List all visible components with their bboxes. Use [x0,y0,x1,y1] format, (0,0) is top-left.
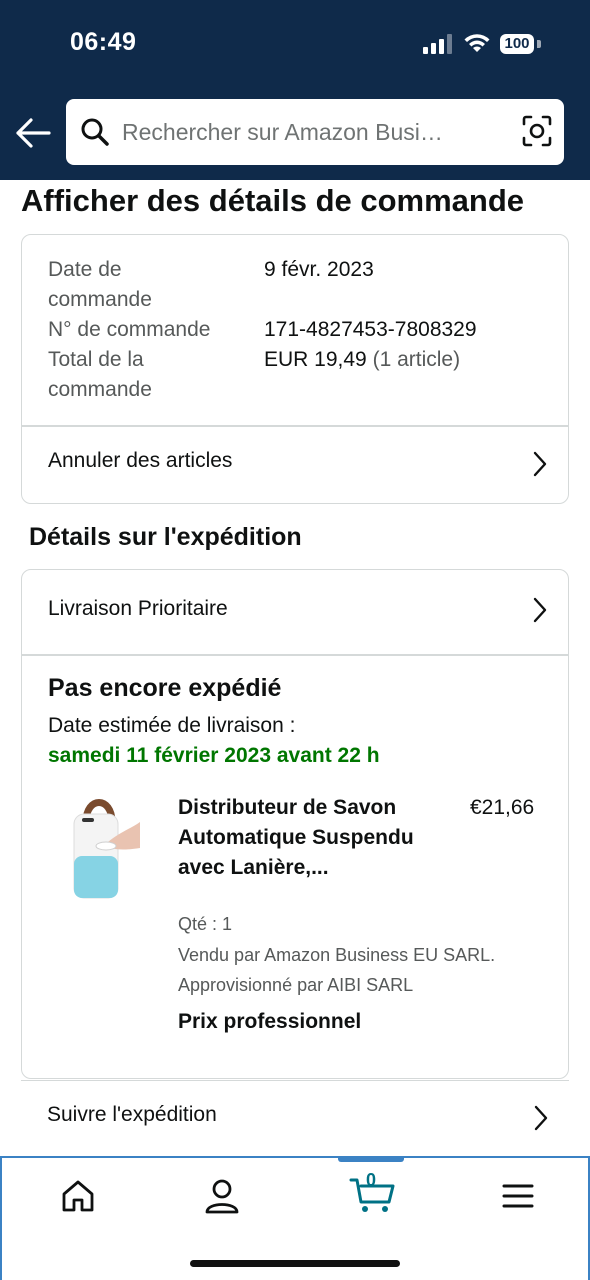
product-title-link[interactable]: Distributeur de Savon Automatique Suspen… [178,793,418,883]
chevron-right-icon [533,597,547,623]
order-number-label: N° de commande [48,318,211,341]
search-input[interactable] [122,111,502,153]
chevron-right-icon [534,1105,548,1131]
battery-tip [537,40,541,48]
cancel-items-label: Annuler des articles [48,449,233,472]
search-icon [81,118,109,146]
product-image[interactable] [68,792,142,900]
cart-count-badge: 0 [366,1170,377,1190]
camera-search-icon[interactable] [522,115,552,147]
chevron-right-icon [533,451,547,477]
delivery-option-label: Livraison Prioritaire [48,597,228,620]
product-price: €21,66 [470,796,535,819]
active-tab-indicator [338,1156,404,1162]
product-quantity: Qté : 1 [178,914,233,934]
account-icon[interactable] [202,1176,242,1216]
search-bar[interactable] [66,99,564,165]
order-total-value: EUR 19,49 [264,348,367,371]
divider [22,654,568,656]
order-total: EUR 19,49 (1 article) [264,345,460,375]
home-icon[interactable] [58,1176,98,1216]
wifi-icon [464,34,490,52]
order-date-value: 9 févr. 2023 [264,258,374,281]
order-total-label: Total de la commande [48,348,152,401]
status-time: 06:49 [70,28,137,56]
shipment-status: Pas encore expédié [48,674,282,702]
order-item-count: (1 article) [372,348,461,371]
battery-indicator: 100 [500,34,534,54]
back-arrow-icon[interactable] [14,114,52,152]
sold-by-text: Vendu par Amazon Business EU SARL. [178,945,496,965]
estimated-delivery-label: Date estimée de livraison : [48,714,296,737]
order-number-value: 171-4827453-7808329 [264,318,477,341]
business-price-label: Prix professionnel [178,1010,362,1033]
supplied-by-text: Approvisionné par AIBI SARL [178,975,414,995]
order-summary-card: Date de commande 9 févr. 2023 N° de comm… [21,234,569,504]
home-indicator [190,1260,400,1267]
shipping-section-title: Détails sur l'expédition [29,523,302,551]
menu-icon[interactable] [498,1176,538,1216]
track-shipment-label: Suivre l'expédition [47,1103,217,1126]
cancel-items-row[interactable]: Annuler des articles [22,426,568,502]
estimated-delivery-date: samedi 11 février 2023 avant 22 h [48,744,380,767]
order-date-label: Date de commande [48,258,152,311]
page-title: Afficher des détails de commande [21,183,525,218]
top-header: 06:49 100 [0,0,590,180]
track-shipment-row[interactable]: Suivre l'expédition [21,1080,569,1154]
shipment-card: Livraison Prioritaire Pas encore expédié… [21,569,569,1079]
delivery-option-row[interactable]: Livraison Prioritaire [22,570,568,654]
cellular-signal-icon [423,34,452,54]
